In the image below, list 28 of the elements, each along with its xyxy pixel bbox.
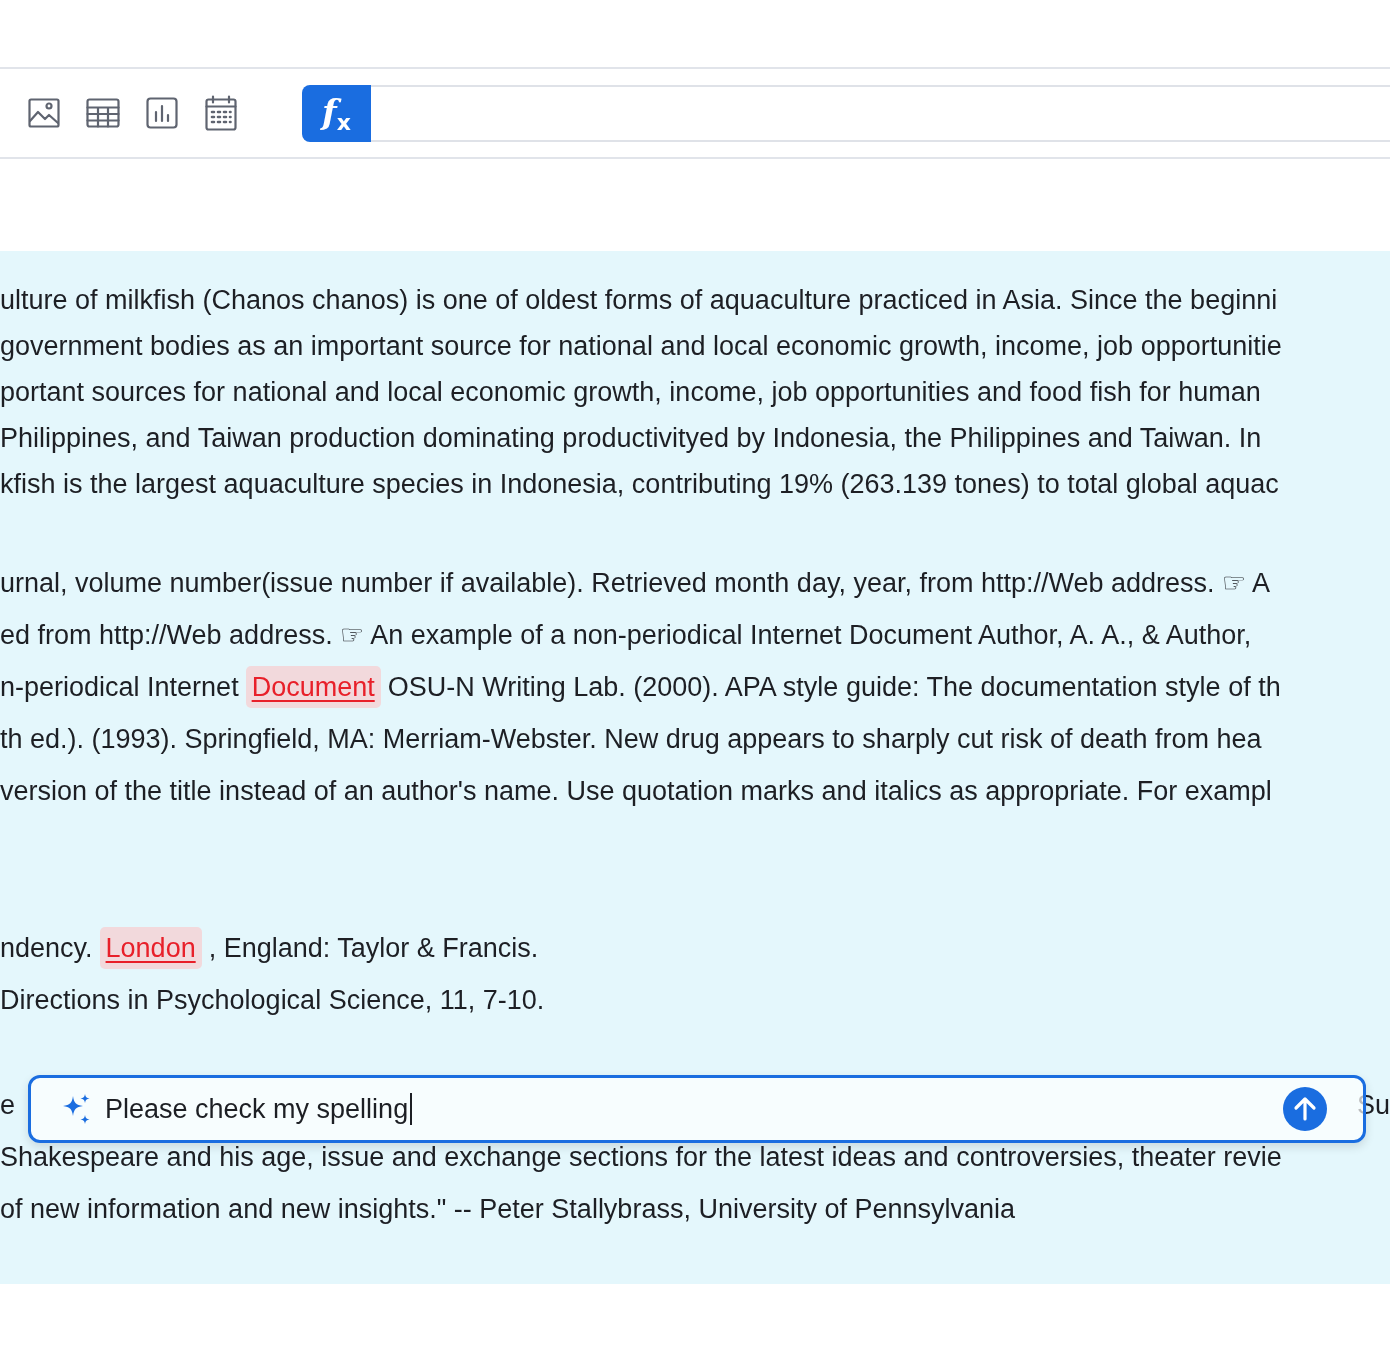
paragraph-text: of new information and new insights." -- Peter Stallybrass, University of Pennsylvania: [0, 1193, 1016, 1226]
paragraph-text: kfish is the largest aquaculture species in Indonesia, contributing 19% (263.139 tones) to total global aquac: [0, 468, 1279, 501]
paragraph-text: portant sources for national and local economic growth, income, job opportunities and food fish for human: [0, 376, 1261, 409]
calendar-icon[interactable]: [205, 95, 237, 131]
paragraph-text: ed from http://Web address. ☞ An example of a non-periodical Internet Document Author, A. A., & Author,: [0, 619, 1252, 652]
paragraph-text: ulture of milkfish (Chanos chanos) is one of oldest forms of aquaculture practiced in Asia. Since the beginni: [0, 284, 1278, 317]
paragraph-text: Shakespeare and his age, issue and exchange sections for the latest ideas and controversies, theater revie: [0, 1141, 1282, 1174]
arrow-up-icon: [1293, 1096, 1317, 1122]
paragraph-text: ndency.: [0, 932, 93, 965]
misspelled-word[interactable]: Document: [245, 666, 381, 708]
paragraph-text: th ed.). (1993). Springfield, MA: Merriam-Webster. New drug appears to sharply cut risk of death from hea: [0, 723, 1262, 756]
formula-input-field[interactable]: [371, 84, 1390, 142]
text-cursor: [410, 1093, 413, 1125]
paragraph-text: n-periodical Internet: [0, 671, 239, 704]
paragraph-text: Philippines, and Taiwan production dominating productivityed by Indonesia, the Philippines and Taiwan. In: [0, 422, 1262, 455]
table-icon[interactable]: [86, 98, 120, 128]
send-button[interactable]: [1283, 1087, 1327, 1131]
paragraph-text: e: [0, 1089, 16, 1122]
paragraph-text: Directions in Psychological Science, 11, 7-10.: [0, 984, 545, 1017]
image-icon[interactable]: [28, 97, 60, 129]
paragraph-text: government bodies as an important source for national and local economic growth, income, job opportunitie: [0, 330, 1282, 363]
misspelled-word[interactable]: London: [99, 927, 202, 969]
bar-chart-icon[interactable]: [146, 97, 178, 129]
paragraph-text: urnal, volume number(issue number if available). Retrieved month day, year, from http://Web address. ☞ A: [0, 567, 1271, 600]
paragraph-text: , England: Taylor & Francis.: [208, 932, 539, 965]
paragraph-text: OSU-N Writing Lab. (2000). APA style guide: The documentation style of th: [387, 671, 1281, 704]
formula-button[interactable]: f$_{x}$: [302, 84, 371, 142]
paragraph-text: version of the title instead of an author's name. Use quotation marks and italics as appropriate. For exampl: [0, 775, 1272, 808]
